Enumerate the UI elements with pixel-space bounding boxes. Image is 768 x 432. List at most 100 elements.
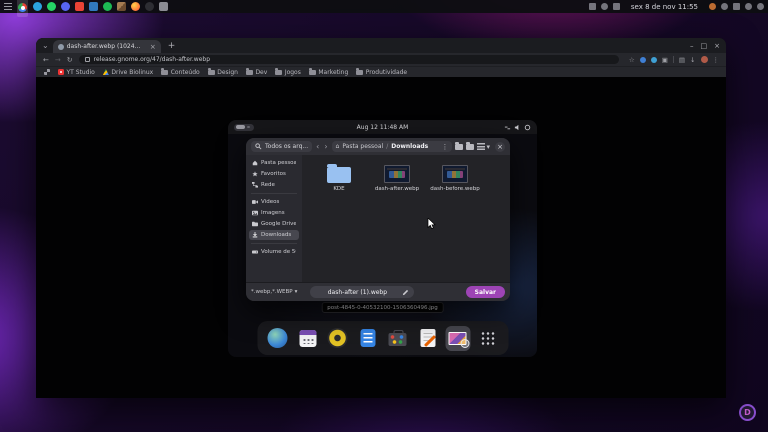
file-grid: KDE dash-after.webp dash-before.webp [302, 155, 510, 282]
spotify-icon[interactable] [103, 2, 112, 11]
calendar-icon [299, 330, 316, 347]
bookmark-drive[interactable]: Drive Biolinux [103, 69, 153, 76]
sidebar-item-videos[interactable]: Vídeos [249, 197, 299, 207]
maximize-button[interactable]: □ [701, 43, 708, 50]
firefox-icon[interactable] [131, 2, 140, 11]
breadcrumb-home[interactable]: Pasta pessoal [342, 143, 383, 150]
home-icon: ⌂ [336, 143, 340, 150]
dialog-forward-button[interactable]: › [323, 142, 328, 151]
close-window-button[interactable]: × [714, 43, 720, 50]
power-icon[interactable] [757, 3, 764, 10]
profile-avatar[interactable] [701, 56, 708, 63]
image-icon [252, 210, 258, 216]
gnome-volume-icon [514, 124, 521, 131]
view-toggle-button[interactable]: ▾ [477, 143, 490, 151]
whatsapp-icon[interactable] [47, 2, 56, 11]
bookmark-folder-marketing[interactable]: Marketing [309, 69, 348, 76]
forward-button[interactable]: → [55, 56, 61, 64]
tray-icon-1[interactable] [589, 3, 596, 10]
breadcrumb-kebab-icon[interactable]: ⋮ [441, 143, 448, 151]
file-item-kde[interactable]: KDE [316, 163, 362, 192]
gnome-power-icon [524, 124, 531, 131]
panel-clock[interactable]: sex 8 de nov 11:55 [631, 3, 698, 11]
filename-input[interactable] [315, 289, 399, 296]
github-icon[interactable] [145, 2, 154, 11]
extension-icon-2[interactable] [651, 57, 657, 63]
reload-button[interactable]: ↻ [67, 56, 73, 64]
network-icon[interactable] [733, 3, 740, 10]
new-folder-button[interactable] [455, 144, 463, 150]
breadcrumb[interactable]: ⌂ Pasta pessoal / Downloads ⋮ [332, 141, 453, 152]
tab-strip: ⌄ dash-after.webp (1024... × + – □ × [36, 38, 726, 53]
gnome-dock [257, 321, 508, 355]
file-item-dash-after[interactable]: dash-after.webp [374, 163, 420, 192]
sidebar-item-home[interactable]: Pasta pessoal [249, 158, 299, 168]
taskbar-chrome[interactable] [17, 0, 28, 17]
file-filter-dropdown[interactable]: *.webp,*.WEBP ▾ [251, 289, 297, 295]
save-button[interactable]: Salvar [466, 286, 505, 298]
tray-icon-2[interactable] [601, 3, 608, 10]
apps-grid-icon[interactable] [44, 69, 50, 75]
bookmark-star-icon[interactable]: ☆ [629, 56, 635, 64]
back-button[interactable]: ← [43, 56, 49, 64]
dialog-sidebar: Pasta pessoal Favoritos Rede [246, 155, 302, 282]
sidebar-item-google-drive[interactable]: Google Drive [249, 219, 299, 229]
gmail-icon[interactable] [75, 2, 84, 11]
files-icon[interactable] [159, 2, 168, 11]
bookmark-folder-dev[interactable]: Dev [246, 69, 267, 76]
telegram-icon[interactable] [33, 2, 42, 11]
text-editor-icon [420, 329, 435, 347]
screenshot-icon[interactable] [709, 3, 716, 10]
discord-icon[interactable] [61, 2, 70, 11]
file-item-dash-before[interactable]: dash-before.webp [432, 163, 478, 192]
file-save-dialog: Todos os arq... ‹ › ⌂ Pasta pessoal / Do… [246, 138, 510, 301]
minimize-button[interactable]: – [690, 43, 694, 50]
dialog-close-button[interactable]: × [495, 142, 505, 152]
filter-label: *.webp,*.WEBP [251, 289, 293, 295]
new-tab-button[interactable]: + [168, 41, 176, 51]
sidebar-item-downloads[interactable]: Downloads [249, 230, 299, 240]
sidebar-divider [251, 243, 297, 244]
tab-search-icon[interactable]: ⌄ [42, 41, 49, 51]
tab-close-icon[interactable]: × [150, 43, 156, 51]
downloads-icon[interactable]: ↓ [690, 56, 695, 64]
chrome-icon [18, 3, 27, 12]
bookmark-folder-design[interactable]: Design [208, 69, 238, 76]
url-text: release.gnome.org/47/dash-after.webp [94, 56, 210, 63]
menu-kebab-icon[interactable]: ⋮ [713, 56, 720, 64]
photos-icon[interactable] [117, 2, 126, 11]
display-icon[interactable] [721, 3, 728, 10]
browser-tab[interactable]: dash-after.webp (1024... × [53, 40, 161, 53]
sidebar-item-images[interactable]: Imagens [249, 208, 299, 218]
extensions-puzzle-icon[interactable]: ▣ [662, 56, 668, 64]
bookmark-folder-produtividade[interactable]: Produtividade [356, 69, 407, 76]
dialog-back-button[interactable]: ‹ [315, 142, 320, 151]
toolbar-divider [673, 56, 674, 63]
sidepanel-icon[interactable]: ▤ [679, 56, 685, 64]
folder-icon [309, 70, 316, 75]
tray-icon-3[interactable] [613, 3, 620, 10]
pencil-icon[interactable] [402, 289, 409, 296]
sidebar-item-network[interactable]: Rede [249, 180, 299, 190]
trello-icon[interactable] [89, 2, 98, 11]
app-menu-icon[interactable] [4, 3, 12, 10]
bookmark-folder-conteudo[interactable]: Conteúdo [161, 69, 200, 76]
file-type-scope-button[interactable]: Todos os arq... [251, 141, 312, 152]
extension-icon-1[interactable] [640, 57, 646, 63]
sidebar-item-favorites[interactable]: Favoritos [249, 169, 299, 179]
bookmark-yt-studio[interactable]: YT Studio [58, 69, 95, 76]
folder-icon [161, 70, 168, 75]
volume-icon[interactable] [745, 3, 752, 10]
folder-options-button[interactable] [466, 144, 474, 150]
address-bar[interactable]: release.gnome.org/47/dash-after.webp [79, 55, 619, 64]
site-info-icon[interactable] [85, 57, 90, 62]
chevron-down-icon: ▾ [295, 289, 298, 295]
view-list-icon [477, 143, 485, 150]
filename-field[interactable] [310, 286, 414, 298]
image-thumbnail [442, 165, 468, 183]
breadcrumb-current[interactable]: Downloads [391, 143, 428, 150]
page-content: Aug 12 11:48 AM post-4845-0-40532100-150… [36, 77, 726, 398]
sidebar-item-volume[interactable]: Volume de 500... [249, 247, 299, 257]
bookmark-folder-jogos[interactable]: Jogos [275, 69, 301, 76]
browser-window: ⌄ dash-after.webp (1024... × + – □ × ← →… [36, 38, 726, 398]
